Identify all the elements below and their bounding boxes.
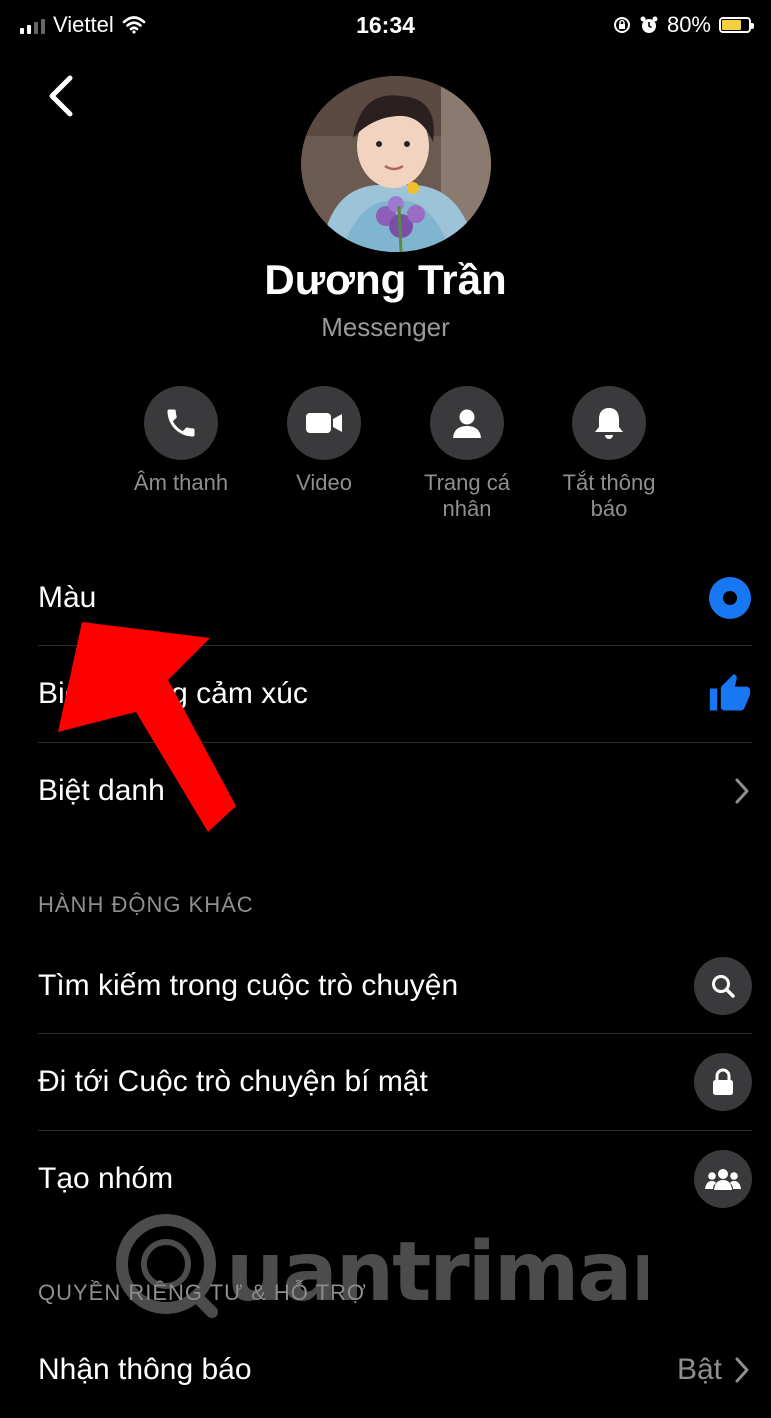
search-button[interactable] — [694, 957, 752, 1015]
profile-page-button[interactable]: Trang cá nhân — [407, 386, 527, 522]
bell-icon — [595, 408, 623, 439]
video-call-label: Video — [296, 470, 352, 495]
lock-icon — [713, 1068, 733, 1095]
battery-icon — [719, 17, 754, 33]
profile-subtitle: Messenger — [321, 312, 450, 342]
chevron-right-icon — [735, 778, 749, 804]
battery-percent: 80% — [666, 12, 711, 37]
mute-notifications-circle[interactable] — [572, 386, 646, 460]
avatar-photo — [301, 76, 491, 252]
thumbs-up-icon — [709, 673, 751, 711]
emoji-label: Biểu tượng cảm xúc — [38, 677, 308, 710]
status-right: 80% — [613, 12, 754, 38]
settings-row-color[interactable]: Màu — [38, 550, 752, 646]
video-call-button[interactable]: Video — [264, 386, 384, 496]
settings-row-emoji[interactable]: Biểu tượng cảm xúc — [38, 646, 752, 742]
alarm-icon — [640, 16, 658, 33]
profile-name: Dương Trần — [264, 256, 507, 303]
chevron-left-icon — [49, 75, 73, 117]
section-header-other-actions: HÀNH ĐỘNG KHÁC — [38, 892, 254, 917]
create-group-label: Tạo nhóm — [38, 1162, 174, 1195]
create-group-button[interactable] — [694, 1150, 752, 1208]
settings-row-notifications[interactable]: Nhận thông báo Bật — [38, 1322, 752, 1418]
back-button[interactable] — [38, 70, 88, 120]
nickname-label: Biệt danh — [38, 774, 165, 807]
profile-avatar[interactable] — [301, 76, 491, 252]
secret-conversation-label: Đi tới Cuộc trò chuyện bí mật — [38, 1065, 428, 1098]
person-icon — [453, 409, 481, 438]
chevron-right-icon — [735, 1357, 749, 1383]
status-bar: Viettel 16:34 80% — [0, 0, 771, 56]
profile-page-circle[interactable] — [430, 386, 504, 460]
search-icon — [712, 975, 735, 998]
phone-icon — [167, 409, 195, 437]
mute-notifications-label: Tắt thông báo — [562, 470, 656, 521]
settings-row-search[interactable]: Tìm kiếm trong cuộc trò chuyện — [38, 938, 752, 1034]
settings-row-create-group[interactable]: Tạo nhóm — [38, 1131, 752, 1227]
settings-row-nickname[interactable]: Biệt danh — [38, 743, 752, 839]
mute-notifications-button[interactable]: Tắt thông báo — [549, 386, 669, 522]
color-circle-icon — [709, 577, 751, 619]
secret-conversation-button[interactable] — [694, 1053, 752, 1111]
audio-call-circle[interactable] — [144, 386, 218, 460]
search-label: Tìm kiếm trong cuộc trò chuyện — [38, 969, 459, 1002]
group-icon — [705, 1169, 741, 1190]
settings-row-secret-conversation[interactable]: Đi tới Cuộc trò chuyện bí mật — [38, 1034, 752, 1130]
rotation-lock-icon — [613, 17, 630, 33]
color-label: Màu — [38, 581, 97, 614]
video-camera-icon — [306, 413, 342, 433]
audio-call-button[interactable]: Âm thanh — [121, 386, 241, 496]
video-call-circle[interactable] — [287, 386, 361, 460]
section-header-privacy: QUYỀN RIÊNG TƯ & HỖ TRỢ — [38, 1280, 367, 1305]
audio-call-label: Âm thanh — [133, 470, 229, 495]
profile-page-label: Trang cá nhân — [423, 470, 510, 521]
